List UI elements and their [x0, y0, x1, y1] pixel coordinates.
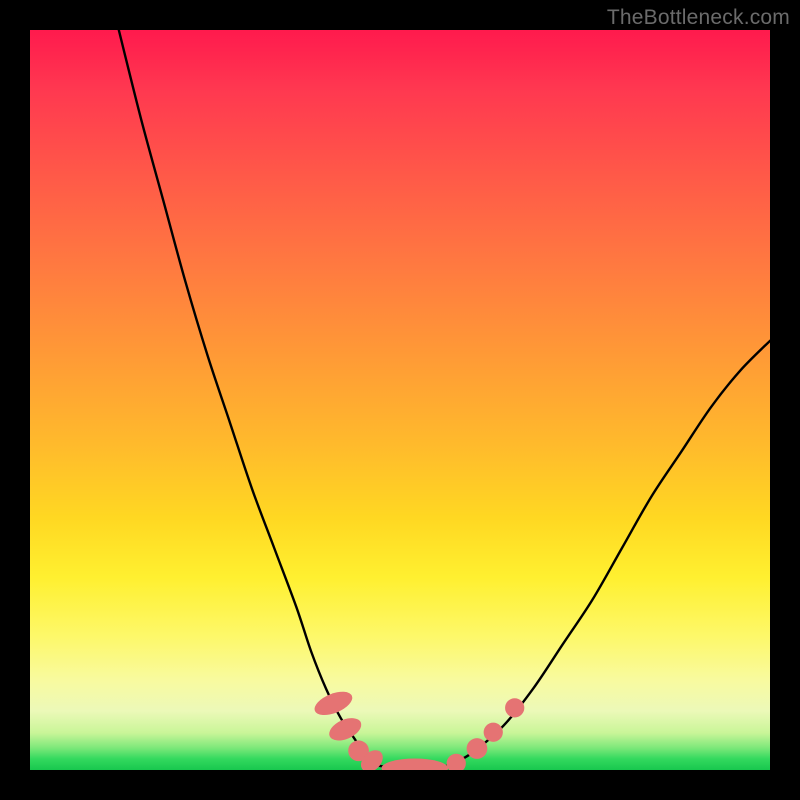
valley-marker-6: [467, 738, 488, 759]
valley-markers: [311, 687, 524, 770]
valley-marker-1: [326, 714, 365, 745]
valley-marker-7: [484, 723, 503, 742]
watermark-text: TheBottleneck.com: [607, 6, 790, 30]
outer-frame: TheBottleneck.com: [0, 0, 800, 800]
chart-overlay: [30, 30, 770, 770]
valley-marker-5: [447, 754, 466, 770]
curve-path: [119, 30, 770, 769]
valley-marker-8: [505, 698, 524, 717]
bottleneck-curve: [119, 30, 770, 769]
valley-marker-0: [311, 687, 355, 720]
valley-marker-4: [382, 759, 449, 770]
plot-area: [30, 30, 770, 770]
